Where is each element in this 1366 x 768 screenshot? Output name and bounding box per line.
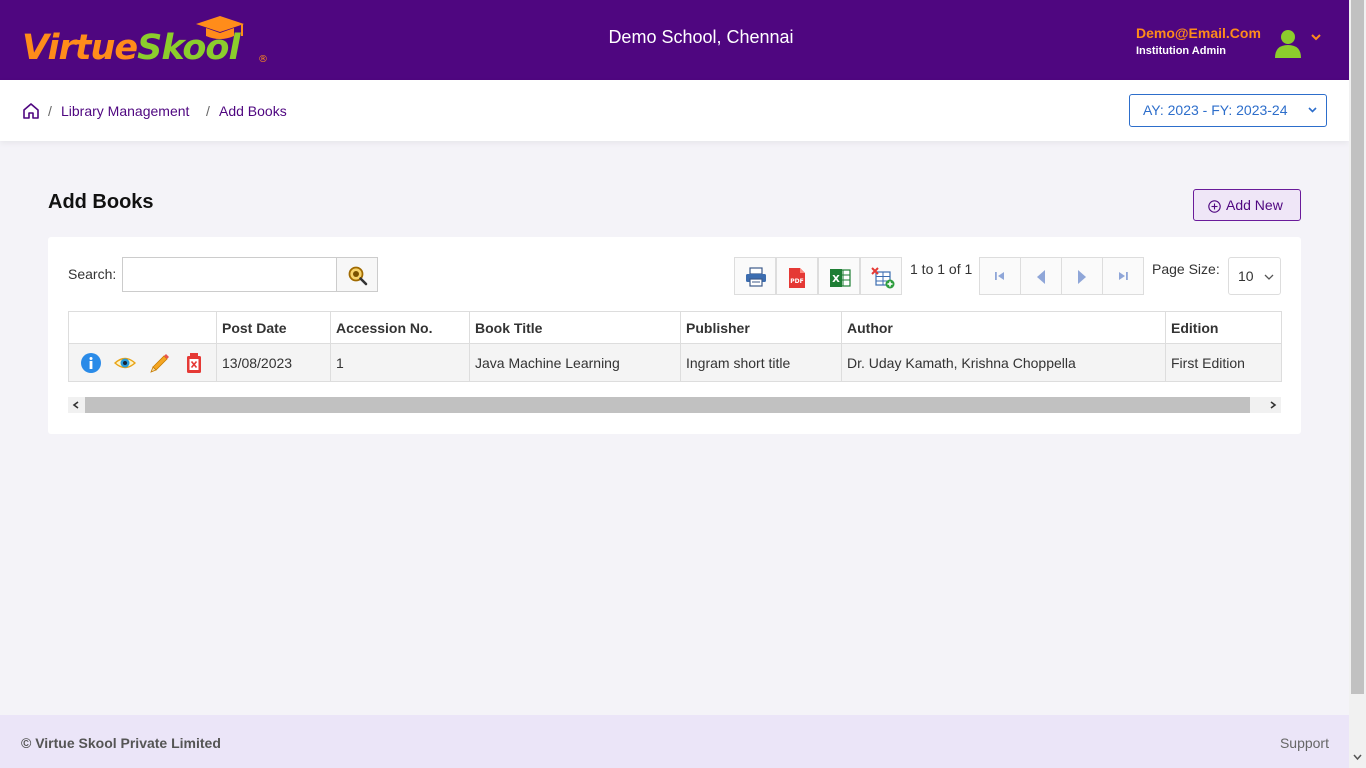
column-header-book-title[interactable]: Book Title [469,311,681,344]
virtueskool-logo[interactable]: VirtueSkool ® [22,14,272,68]
scroll-right-icon[interactable] [1269,401,1277,409]
excel-icon: X [830,269,851,287]
logo-registered-mark: ® [258,54,268,65]
column-header-edition[interactable]: Edition [1165,311,1282,344]
column-header-actions [68,311,217,344]
breadcrumb-bar: / Library Management / Add Books AY: 202… [0,80,1349,141]
academic-year-value: AY: 2023 - FY: 2023-24 [1143,102,1288,118]
next-page-icon [1078,270,1086,284]
scrollbar-thumb[interactable] [85,397,1250,413]
add-new-button[interactable]: Add New [1193,189,1301,221]
page-footer: © Virtue Skool Private Limited Support [0,715,1349,768]
breadcrumb-library-management[interactable]: Library Management [61,103,189,119]
table-header-row: Post Date Accession No. Book Title Publi… [68,311,1282,344]
row-actions-cell [68,343,217,382]
view-eye-icon[interactable] [114,352,136,374]
last-page-button[interactable] [1102,257,1144,295]
books-table: Post Date Accession No. Book Title Publi… [68,311,1282,382]
first-page-icon [995,272,1004,280]
svg-text:PDF: PDF [790,278,803,285]
column-header-author[interactable]: Author [841,311,1166,344]
column-chooser-icon [871,267,895,289]
home-icon[interactable] [22,102,40,120]
books-grid-card: Search: PDF X 1 to 1 of 1 Page Size: 10 … [48,237,1301,434]
svg-text:X: X [832,274,840,285]
user-role: Institution Admin [1136,45,1227,57]
magnifier-icon [348,266,368,286]
cell-accession-no: 1 [330,343,470,382]
table-horizontal-scrollbar[interactable] [68,397,1281,413]
user-email[interactable]: Demo@Email.Com [1136,25,1261,41]
scroll-left-icon[interactable] [72,401,80,409]
scroll-down-icon[interactable] [1353,754,1362,761]
cell-edition: First Edition [1165,343,1282,382]
next-page-button[interactable] [1061,257,1103,295]
support-link[interactable]: Support [1280,735,1329,751]
add-new-label: Add New [1226,197,1283,213]
pdf-export-button[interactable]: PDF [776,257,818,295]
user-avatar-icon[interactable] [1274,28,1302,58]
breadcrumb-separator: / [48,103,52,119]
logo-wordmark: VirtueSkool [22,28,240,68]
record-count: 1 to 1 of 1 [910,261,973,277]
copyright-text: © Virtue Skool Private Limited [21,735,221,751]
scrollbar-thumb[interactable] [1351,0,1364,694]
column-chooser-button[interactable] [860,257,902,295]
cell-post-date: 13/08/2023 [216,343,331,382]
previous-page-button[interactable] [1020,257,1062,295]
page-vertical-scrollbar[interactable] [1349,0,1366,768]
plus-circle-icon [1208,200,1221,213]
print-button[interactable] [734,257,776,295]
search-label: Search: [68,266,117,282]
previous-page-icon [1037,270,1045,284]
excel-export-button[interactable]: X [818,257,860,295]
first-page-button[interactable] [979,257,1021,295]
print-icon [746,267,766,287]
breadcrumb-separator: / [206,103,210,119]
column-header-post-date[interactable]: Post Date [216,311,331,344]
search-button[interactable] [336,257,378,292]
info-icon[interactable] [80,352,102,374]
table-row[interactable]: 13/08/2023 1 Java Machine Learning Ingra… [68,343,1282,382]
breadcrumb-add-books[interactable]: Add Books [219,103,287,119]
chevron-down-icon [1308,107,1317,113]
page-size-label: Page Size: [1152,261,1220,277]
column-header-accession-no[interactable]: Accession No. [330,311,470,344]
delete-icon[interactable] [183,352,205,374]
cell-publisher: Ingram short title [680,343,842,382]
page-size-value: 10 [1238,268,1254,284]
cell-book-title: Java Machine Learning [469,343,681,382]
cell-author: Dr. Uday Kamath, Krishna Choppella [841,343,1166,382]
edit-pencil-icon[interactable] [149,352,171,374]
last-page-icon [1119,272,1128,280]
chevron-down-icon [1264,274,1274,280]
academic-year-select[interactable]: AY: 2023 - FY: 2023-24 [1129,94,1327,127]
page-size-select[interactable]: 10 [1228,257,1281,295]
column-header-publisher[interactable]: Publisher [680,311,842,344]
top-header: VirtueSkool ® Demo School, Chennai Demo@… [0,0,1349,80]
pdf-icon: PDF [789,268,805,288]
page-title: Add Books [48,191,154,213]
chevron-down-icon[interactable] [1309,32,1323,42]
search-input[interactable] [122,257,338,292]
school-name: Demo School, Chennai [608,27,794,47]
